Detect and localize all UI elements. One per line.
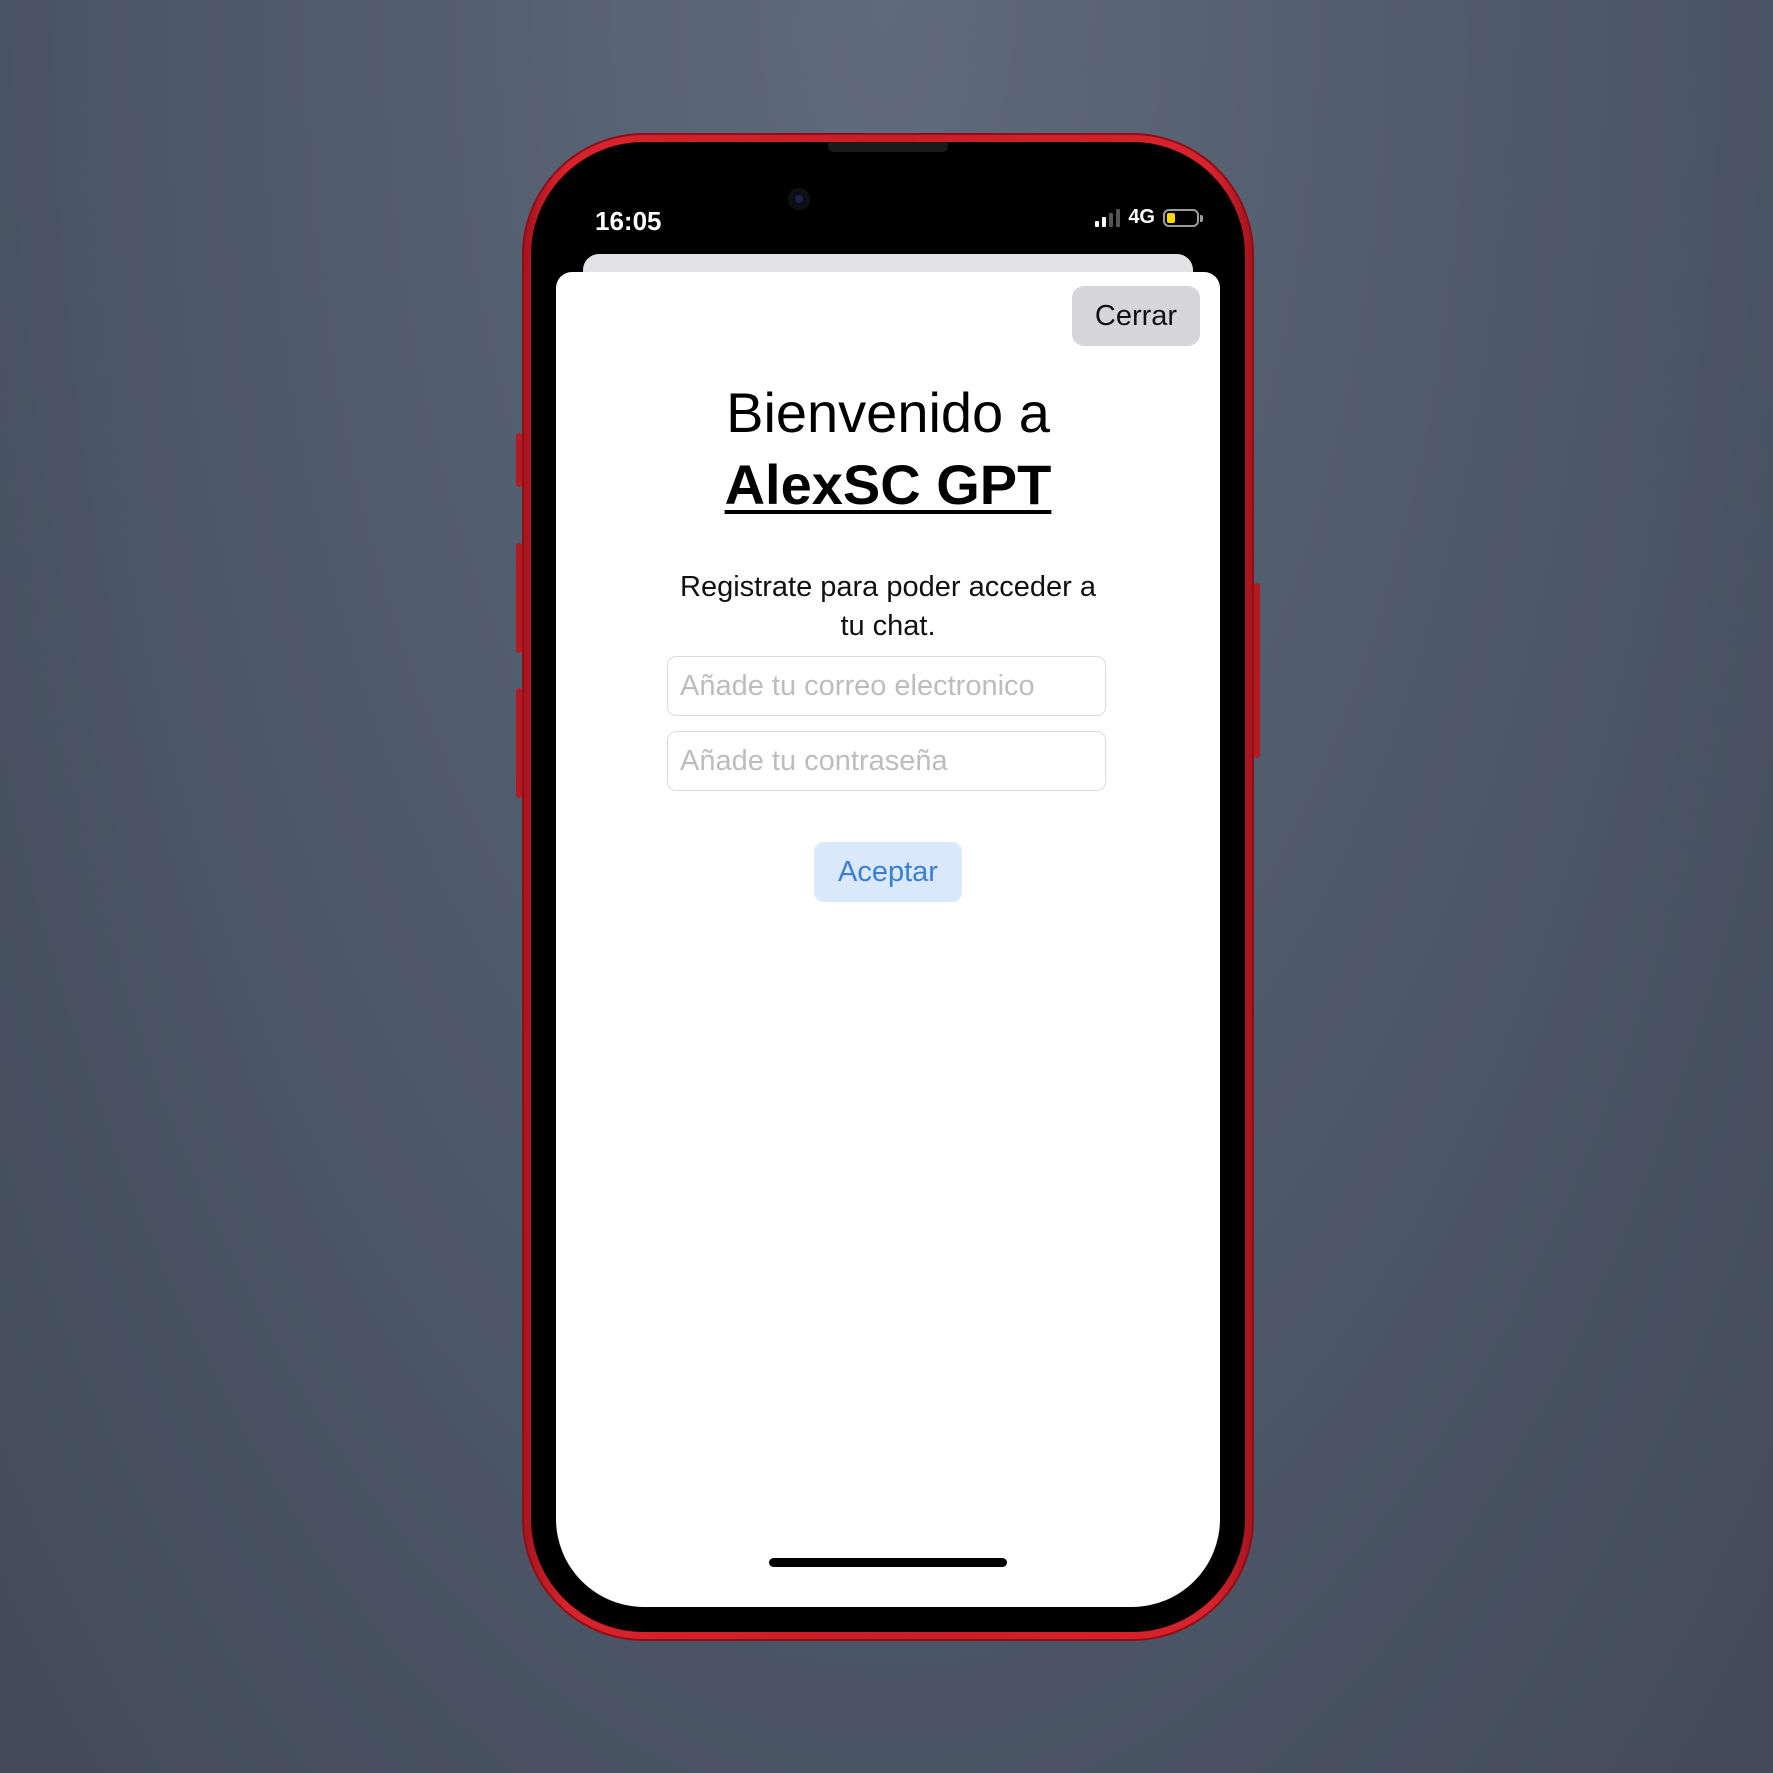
accept-button[interactable]: Aceptar — [814, 842, 962, 902]
signal-icon — [1095, 208, 1121, 227]
front-camera — [788, 188, 810, 210]
password-field[interactable] — [667, 731, 1106, 791]
power-button — [1254, 583, 1260, 758]
status-indicators: 4G — [1095, 206, 1203, 229]
network-type: 4G — [1128, 206, 1155, 228]
title-line-1: Bienvenido a — [726, 381, 1050, 444]
speaker-grille — [828, 142, 948, 152]
battery-icon — [1163, 208, 1203, 227]
app-name: AlexSC GPT — [724, 453, 1052, 516]
screen: 16:05 4G Cerrar Bienvenido a AlexSC GPT … — [531, 142, 1245, 1632]
silent-switch — [516, 433, 522, 487]
status-time: 16:05 — [595, 206, 662, 236]
email-field[interactable] — [667, 656, 1106, 716]
volume-down-button — [516, 688, 522, 798]
phone-frame: 16:05 4G Cerrar Bienvenido a AlexSC GPT … — [516, 133, 1260, 1641]
volume-up-button — [516, 543, 522, 653]
home-indicator[interactable] — [769, 1558, 1007, 1567]
welcome-title: Bienvenido a AlexSC GPT — [556, 378, 1220, 522]
subtitle: Registrate para poder acceder a tu chat. — [680, 571, 1096, 642]
registration-sheet: Cerrar Bienvenido a AlexSC GPT Registrat… — [556, 272, 1220, 1607]
close-button[interactable]: Cerrar — [1072, 286, 1200, 346]
